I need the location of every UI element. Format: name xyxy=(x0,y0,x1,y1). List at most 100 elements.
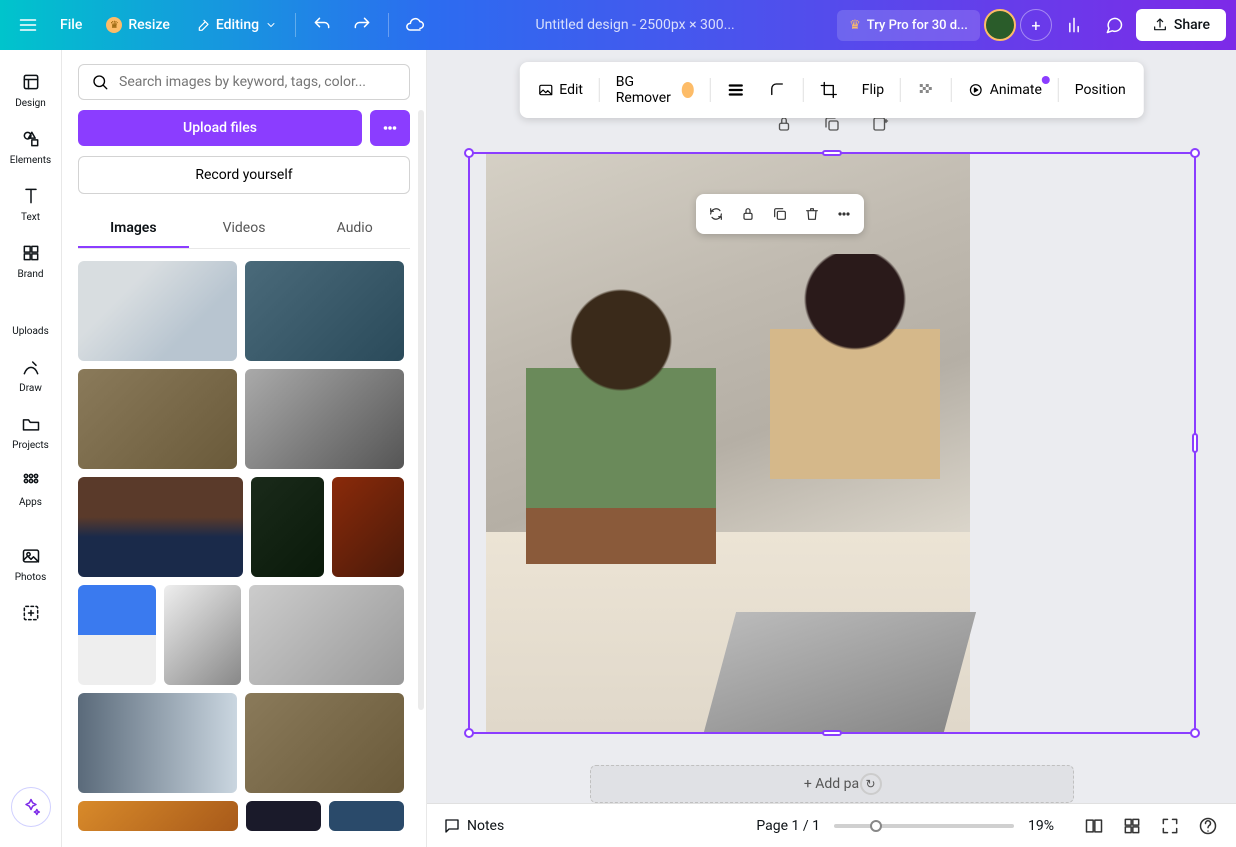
menu-button[interactable] xyxy=(10,7,46,43)
line-weight-button[interactable] xyxy=(717,75,755,105)
resize-handle[interactable] xyxy=(1190,148,1200,158)
rail-brand[interactable]: Brand xyxy=(3,233,59,288)
notes-button[interactable]: Notes xyxy=(443,817,504,835)
panel-scrollbar[interactable] xyxy=(418,110,424,710)
bottom-bar: Notes Page 1 / 1 19% xyxy=(427,803,1236,847)
try-pro-button[interactable]: ♛ Try Pro for 30 d... xyxy=(837,10,980,41)
search-input-container[interactable] xyxy=(78,64,410,100)
upload-thumbnail[interactable] xyxy=(78,369,237,469)
flip-button[interactable]: Flip xyxy=(852,76,894,104)
resize-handle[interactable] xyxy=(822,730,842,736)
corner-rounding-button[interactable] xyxy=(759,75,797,105)
tab-audio[interactable]: Audio xyxy=(299,210,410,248)
resize-button[interactable]: ♛ Resize xyxy=(96,9,180,41)
rail-uploads[interactable]: Uploads xyxy=(3,290,59,345)
resize-handle[interactable] xyxy=(1190,728,1200,738)
fullscreen-button[interactable] xyxy=(1158,814,1182,838)
comments-button[interactable] xyxy=(1096,7,1132,43)
canvas-area: Edit BG Remover Flip xyxy=(427,50,1236,847)
user-avatar[interactable] xyxy=(984,9,1016,41)
upload-thumbnail[interactable] xyxy=(332,477,404,577)
transparency-button[interactable] xyxy=(907,75,945,105)
upload-thumbnail[interactable] xyxy=(78,477,243,577)
upload-thumbnail[interactable] xyxy=(164,585,242,685)
regenerate-button[interactable] xyxy=(702,200,730,228)
editing-mode-dropdown[interactable]: Editing xyxy=(184,9,287,41)
tab-images[interactable]: Images xyxy=(78,210,189,248)
redo-button[interactable] xyxy=(344,7,380,43)
image-gallery[interactable] xyxy=(78,261,410,847)
insights-button[interactable] xyxy=(1056,7,1092,43)
edit-image-button[interactable]: Edit xyxy=(527,76,593,104)
zoom-slider[interactable] xyxy=(834,824,1014,828)
upload-thumbnail[interactable] xyxy=(245,369,404,469)
photos-icon xyxy=(19,544,43,568)
upload-thumbnail[interactable] xyxy=(78,801,238,831)
upload-more-button[interactable] xyxy=(370,110,410,146)
upload-thumbnail[interactable] xyxy=(78,585,156,685)
resize-handle[interactable] xyxy=(464,148,474,158)
notes-label: Notes xyxy=(467,818,504,834)
zoom-percentage[interactable]: 19% xyxy=(1028,818,1068,834)
canvas-viewport[interactable] xyxy=(427,50,1236,755)
context-toolbar: Edit BG Remover Flip xyxy=(519,62,1143,118)
rail-draw[interactable]: Draw xyxy=(3,347,59,402)
page-list-button[interactable] xyxy=(1082,814,1106,838)
search-input[interactable] xyxy=(119,74,397,90)
upload-thumbnail[interactable] xyxy=(78,261,237,361)
zoom-slider-thumb[interactable] xyxy=(870,820,882,832)
selection-box[interactable] xyxy=(468,152,1196,734)
page-indicator[interactable]: Page 1 / 1 xyxy=(756,818,820,834)
tab-videos[interactable]: Videos xyxy=(189,210,300,248)
animate-label: Animate xyxy=(990,82,1042,98)
rail-text[interactable]: Text xyxy=(3,176,59,231)
upload-thumbnail[interactable] xyxy=(249,585,404,685)
resize-handle[interactable] xyxy=(822,150,842,156)
upload-thumbnail[interactable] xyxy=(245,261,404,361)
rail-apps[interactable]: Apps xyxy=(3,461,59,516)
bg-remover-label: BG Remover xyxy=(616,74,676,106)
canvas-image[interactable] xyxy=(486,154,970,732)
editing-label: Editing xyxy=(216,17,259,33)
brand-icon xyxy=(19,241,43,265)
upload-thumbnail[interactable] xyxy=(245,693,404,793)
magic-button[interactable] xyxy=(11,787,51,827)
add-page-button[interactable]: + Add pa ↻ xyxy=(590,765,1074,803)
resize-handle[interactable] xyxy=(1192,433,1198,453)
lock-element-button[interactable] xyxy=(734,200,762,228)
upload-files-button[interactable]: Upload files xyxy=(78,110,362,146)
copy-element-button[interactable] xyxy=(766,200,794,228)
undo-button[interactable] xyxy=(304,7,340,43)
position-button[interactable]: Position xyxy=(1065,76,1136,104)
rail-projects[interactable]: Projects xyxy=(3,404,59,459)
bg-remover-button[interactable]: BG Remover xyxy=(606,68,704,112)
rail-more[interactable] xyxy=(3,593,59,633)
record-yourself-button[interactable]: Record yourself xyxy=(78,156,410,194)
file-menu[interactable]: File xyxy=(50,9,92,41)
resize-handle[interactable] xyxy=(464,728,474,738)
elements-icon xyxy=(19,127,43,151)
add-member-button[interactable]: + xyxy=(1020,9,1052,41)
rail-design[interactable]: Design xyxy=(3,62,59,117)
upload-thumbnail[interactable] xyxy=(329,801,404,831)
notification-dot xyxy=(1042,76,1050,84)
rail-photos[interactable]: Photos xyxy=(3,536,59,591)
rail-elements[interactable]: Elements xyxy=(3,119,59,174)
upload-thumbnail[interactable] xyxy=(78,693,237,793)
animate-button[interactable]: Animate xyxy=(958,76,1052,104)
share-label: Share xyxy=(1174,17,1210,33)
grid-view-button[interactable] xyxy=(1120,814,1144,838)
uploads-icon xyxy=(19,298,43,322)
separator xyxy=(710,78,711,102)
cloud-sync-icon[interactable] xyxy=(397,7,433,43)
upload-thumbnail[interactable] xyxy=(251,477,323,577)
delete-element-button[interactable] xyxy=(798,200,826,228)
crop-button[interactable] xyxy=(810,75,848,105)
more-element-button[interactable] xyxy=(830,200,858,228)
share-button[interactable]: Share xyxy=(1136,9,1226,41)
help-button[interactable] xyxy=(1196,814,1220,838)
upload-thumbnail[interactable] xyxy=(246,801,321,831)
search-icon xyxy=(91,73,109,91)
resize-label: Resize xyxy=(128,17,170,33)
document-title[interactable]: Untitled design - 2500px × 300... xyxy=(437,17,833,33)
